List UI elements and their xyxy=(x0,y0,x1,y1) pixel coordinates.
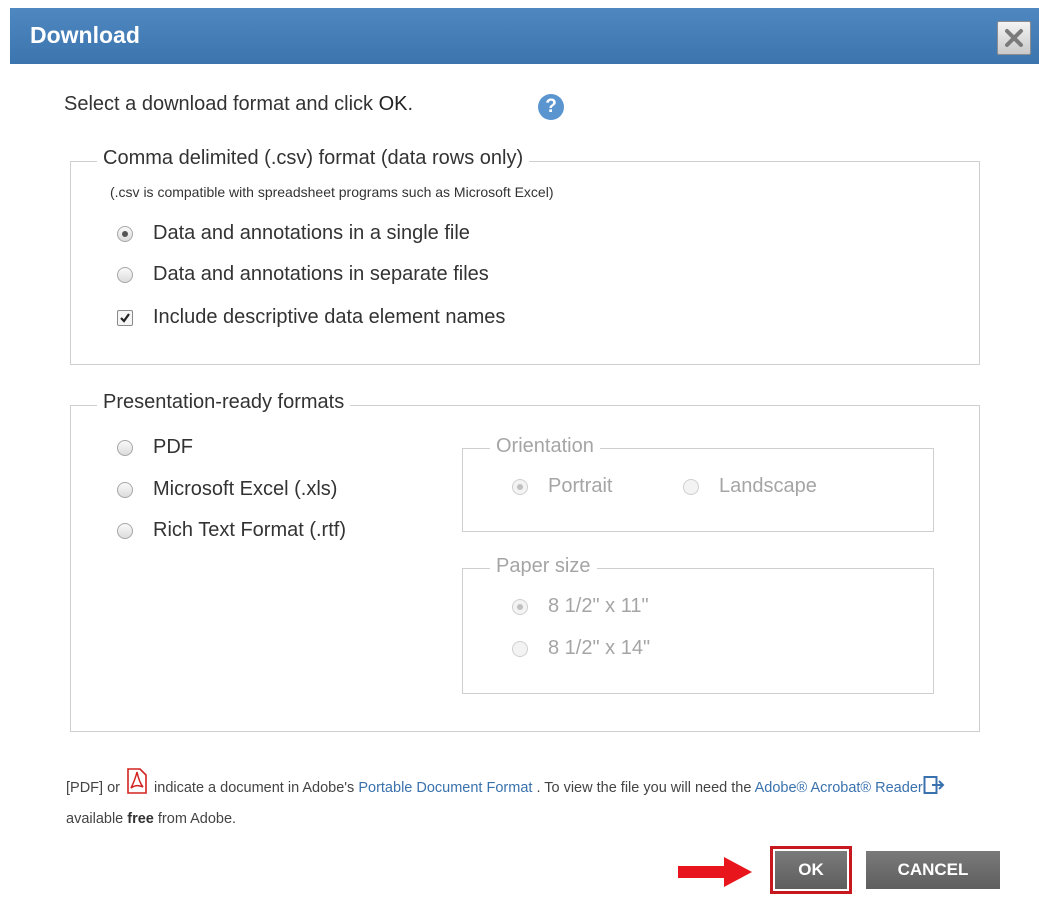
pdf-icon xyxy=(126,768,148,794)
radio-single-file-label: Data and annotations in a single file xyxy=(153,222,470,244)
radio-paper-letter-label: 8 1/2" x 11" xyxy=(548,595,649,617)
radio-pdf-label: PDF xyxy=(153,436,193,458)
radio-portrait[interactable]: Portrait xyxy=(512,475,612,498)
radio-paper-letter[interactable]: 8 1/2" x 11" xyxy=(512,595,649,618)
external-link-icon[interactable] xyxy=(923,775,945,805)
intro-ok-word: OK xyxy=(378,93,408,115)
radio-xls-button[interactable] xyxy=(117,481,133,498)
radio-portrait-label: Portrait xyxy=(548,475,613,497)
paper-size-group xyxy=(462,568,934,694)
radio-xls[interactable]: Microsoft Excel (.xls) xyxy=(117,478,337,501)
checkbox-descriptive-names-box[interactable] xyxy=(117,309,133,326)
radio-paper-legal-button[interactable] xyxy=(512,640,528,657)
orientation-legend: Orientation xyxy=(490,435,600,458)
radio-portrait-button[interactable] xyxy=(512,478,528,495)
help-icon[interactable]: ? xyxy=(538,94,564,120)
acrobat-reader-link[interactable]: Adobe® Acrobat® Reader xyxy=(755,780,923,796)
close-button[interactable] xyxy=(997,21,1031,55)
radio-single-file[interactable]: Data and annotations in a single file xyxy=(117,222,470,245)
radio-rtf-button[interactable] xyxy=(117,522,133,539)
radio-single-file-button[interactable] xyxy=(117,225,133,242)
csv-group-legend: Comma delimited (.csv) format (data rows… xyxy=(97,147,530,170)
radio-separate-files[interactable]: Data and annotations in separate files xyxy=(117,263,489,286)
portable-document-format-link[interactable]: Portable Document Format xyxy=(358,780,532,796)
radio-rtf-label: Rich Text Format (.rtf) xyxy=(153,519,346,541)
radio-separate-files-label: Data and annotations in separate files xyxy=(153,263,489,285)
radio-paper-letter-button[interactable] xyxy=(512,598,528,615)
radio-landscape-button[interactable] xyxy=(683,478,699,495)
radio-paper-legal[interactable]: 8 1/2" x 14" xyxy=(512,637,650,660)
dialog-titlebar: Download xyxy=(10,8,1039,64)
close-icon xyxy=(1005,29,1023,47)
radio-xls-label: Microsoft Excel (.xls) xyxy=(153,478,338,500)
radio-pdf-button[interactable] xyxy=(117,439,133,456)
radio-rtf[interactable]: Rich Text Format (.rtf) xyxy=(117,519,346,542)
dialog-title: Download xyxy=(30,22,140,48)
red-arrow-icon xyxy=(678,857,752,887)
cancel-button[interactable]: CANCEL xyxy=(866,851,1000,889)
checkbox-descriptive-names[interactable]: Include descriptive data element names xyxy=(117,306,505,329)
radio-pdf[interactable]: PDF xyxy=(117,436,193,459)
ok-button[interactable]: OK xyxy=(770,846,852,894)
csv-compat-note: (.csv is compatible with spreadsheet pro… xyxy=(110,184,554,200)
intro-text: Select a download format and click OK. xyxy=(64,93,414,115)
paper-size-legend: Paper size xyxy=(490,555,597,578)
presentation-group-legend: Presentation-ready formats xyxy=(97,391,351,414)
radio-separate-files-button[interactable] xyxy=(117,266,133,283)
checkmark-icon xyxy=(120,312,130,323)
pdf-info-text: [PDF] or indicate a document in Adobe's … xyxy=(66,768,966,833)
radio-paper-legal-label: 8 1/2" x 14" xyxy=(548,637,651,659)
radio-landscape[interactable]: Landscape xyxy=(683,475,817,498)
checkbox-descriptive-names-label: Include descriptive data element names xyxy=(153,306,506,328)
radio-landscape-label: Landscape xyxy=(719,475,817,497)
